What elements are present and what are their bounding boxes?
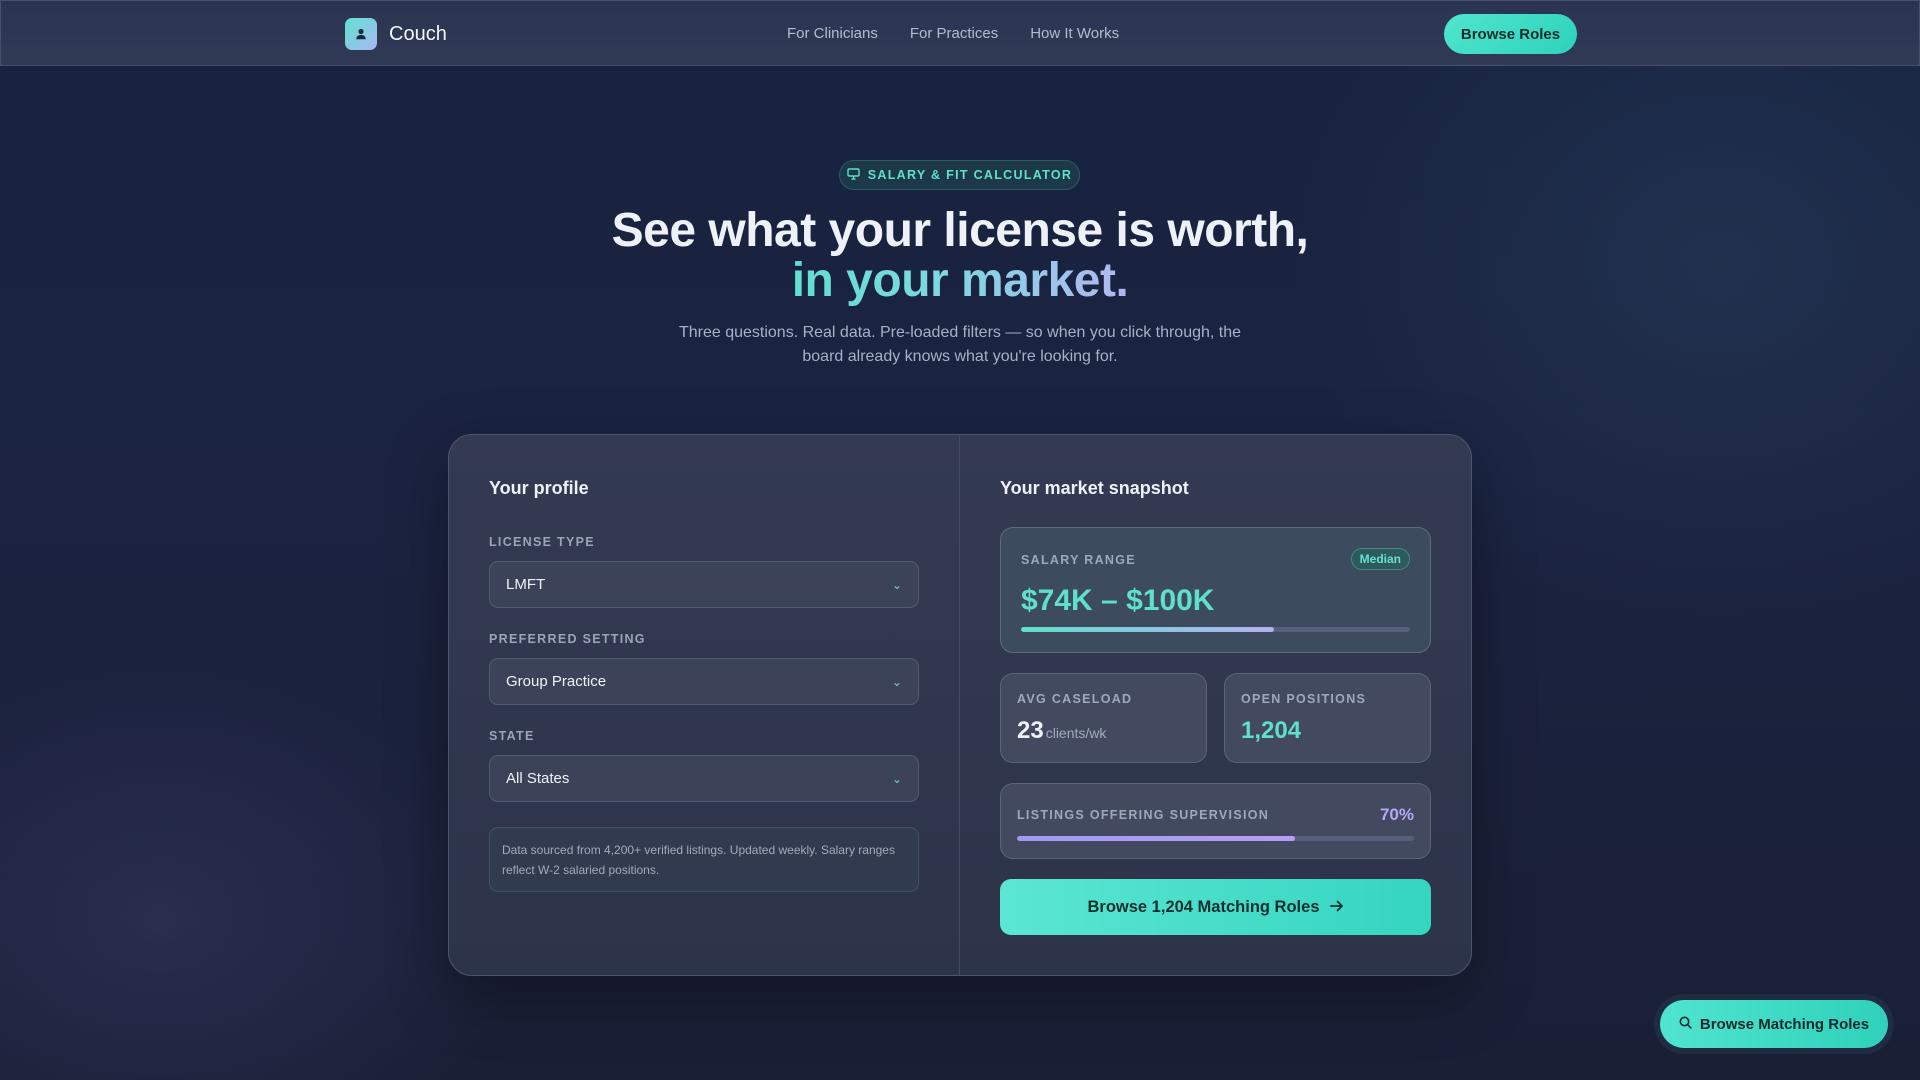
- top-nav: Couch For Clinicians For Practices How I…: [0, 0, 1920, 66]
- calculator-card: Your profile LICENSE TYPE LMFT ⌄ PREFERR…: [448, 434, 1472, 976]
- calculator-badge: SALARY & FIT CALCULATOR: [839, 160, 1080, 190]
- search-icon: [1679, 1016, 1692, 1033]
- avg-caseload-tile: AVG CASELOAD 23 clients/wk: [1000, 673, 1207, 763]
- license-type-value: LMFT: [506, 576, 546, 593]
- headline-accent-text: in your market.: [791, 254, 1129, 307]
- salary-range-label: SALARY RANGE: [1021, 553, 1136, 567]
- profile-panel: Your profile LICENSE TYPE LMFT ⌄ PREFERR…: [449, 435, 960, 975]
- brand[interactable]: Couch: [345, 18, 447, 50]
- badge-label: SALARY & FIT CALCULATOR: [867, 168, 1073, 182]
- open-positions-value: 1,204: [1241, 717, 1302, 744]
- supervision-label: LISTINGS OFFERING SUPERVISION: [1017, 808, 1270, 822]
- hero-headline-accent: in your market.: [0, 255, 1920, 307]
- snapshot-title: Your market snapshot: [1000, 478, 1189, 498]
- nav-link-practices[interactable]: For Practices: [910, 25, 998, 42]
- avg-caseload-label: AVG CASELOAD: [1017, 692, 1133, 706]
- arrow-right-icon: [1329, 898, 1344, 917]
- state-label: STATE: [489, 729, 535, 743]
- preferred-setting-select[interactable]: Group Practice ⌄: [489, 658, 919, 705]
- open-positions-label: OPEN POSITIONS: [1241, 692, 1367, 706]
- chevron-down-icon: ⌄: [891, 577, 902, 592]
- monitor-icon: [847, 167, 860, 183]
- supervision-bar-fill: [1017, 836, 1295, 841]
- preferred-setting-value: Group Practice: [506, 673, 607, 690]
- user-icon: [345, 18, 377, 50]
- data-source-note: Data sourced from 4,200+ verified listin…: [489, 827, 919, 892]
- open-positions-tile: OPEN POSITIONS 1,204: [1224, 673, 1431, 763]
- profile-title: Your profile: [489, 478, 589, 498]
- avg-caseload-unit: clients/wk: [1045, 725, 1107, 741]
- state-value: All States: [506, 770, 570, 787]
- salary-range-value: $74K – $100K: [1021, 584, 1215, 617]
- supervision-bar: [1017, 836, 1414, 841]
- license-type-label: LICENSE TYPE: [489, 535, 595, 549]
- hero-subtitle: Three questions. Real data. Pre-loaded f…: [678, 324, 1242, 365]
- license-type-select[interactable]: LMFT ⌄: [489, 561, 919, 608]
- browse-roles-button[interactable]: Browse Roles: [1444, 14, 1577, 54]
- chevron-down-icon: ⌄: [891, 674, 902, 689]
- salary-range-bar-fill: [1021, 627, 1274, 632]
- avg-caseload-stat: 23 clients/wk: [1017, 717, 1106, 745]
- avg-caseload-value: 23: [1017, 717, 1044, 744]
- browse-matching-roles-label: Browse 1,204 Matching Roles: [1087, 897, 1320, 916]
- hero-headline: See what your license is worth,: [611, 204, 1309, 257]
- nav-link-clinicians[interactable]: For Clinicians: [787, 25, 878, 42]
- floating-browse-button[interactable]: Browse Matching Roles: [1660, 1000, 1888, 1048]
- supervision-tile: LISTINGS OFFERING SUPERVISION 70%: [1000, 783, 1431, 859]
- brand-name: Couch: [389, 22, 447, 45]
- supervision-value: 70%: [1379, 805, 1414, 824]
- median-badge: Median: [1350, 548, 1410, 570]
- floating-browse-label: Browse Matching Roles: [1699, 1015, 1870, 1033]
- salary-range-tile: SALARY RANGE Median $74K – $100K: [1000, 527, 1431, 653]
- preferred-setting-label: PREFERRED SETTING: [489, 632, 646, 646]
- snapshot-panel: Your market snapshot SALARY RANGE Median…: [960, 435, 1471, 975]
- salary-range-bar: [1021, 627, 1410, 632]
- chevron-down-icon: ⌄: [891, 771, 902, 786]
- browse-matching-roles-button[interactable]: Browse 1,204 Matching Roles: [1000, 879, 1431, 935]
- nav-link-how-it-works[interactable]: How It Works: [1030, 25, 1119, 42]
- state-select[interactable]: All States ⌄: [489, 755, 919, 802]
- nav-links: For Clinicians For Practices How It Work…: [787, 25, 1119, 42]
